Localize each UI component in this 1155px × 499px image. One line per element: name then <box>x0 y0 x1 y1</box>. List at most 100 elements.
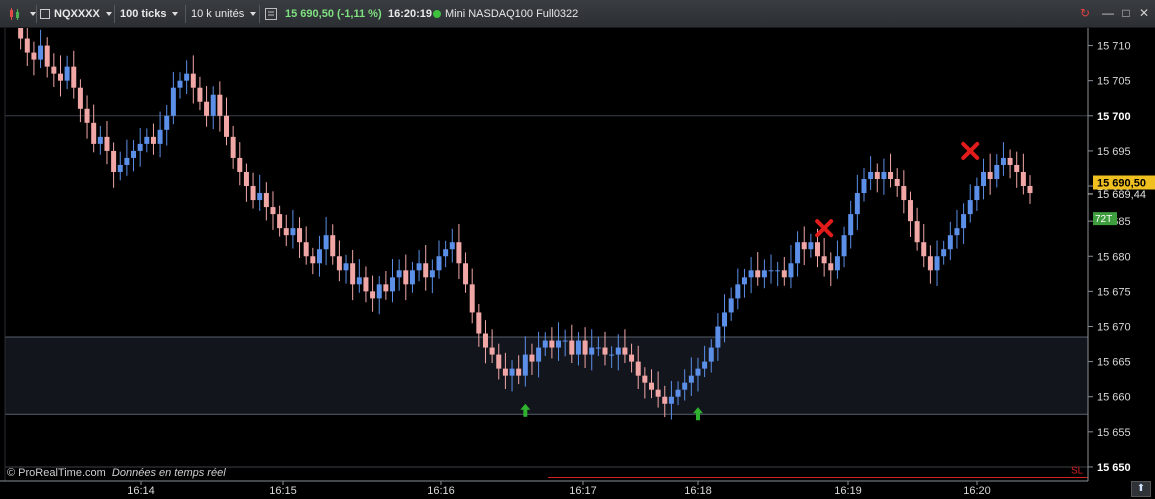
candle-body <box>682 382 688 390</box>
candle-body <box>111 150 117 172</box>
info-icon[interactable] <box>265 0 277 28</box>
candle-body <box>71 66 77 88</box>
candle-body <box>907 200 913 222</box>
chart-type-dropdown-icon[interactable] <box>24 0 36 28</box>
price-change: 15 690,50 (-1,11 %) <box>285 8 382 20</box>
candle-body <box>795 242 801 264</box>
candle-body <box>502 368 508 376</box>
candle-body <box>496 354 502 369</box>
candle-body <box>967 200 973 215</box>
candle-body <box>801 242 807 250</box>
candle-body <box>184 73 190 81</box>
candle-body <box>217 94 223 116</box>
candle-body <box>728 298 734 313</box>
candle-body <box>629 354 635 362</box>
candle-body <box>1027 186 1033 194</box>
maximize-icon[interactable]: □ <box>1119 6 1133 20</box>
candle-body <box>463 263 469 285</box>
candle-body <box>702 361 708 369</box>
clock-time: 16:20:19 <box>388 8 433 20</box>
candle-body <box>987 171 993 179</box>
price-chart[interactable]: SL 15 71015 70515 70015 69515 69015 6851… <box>0 28 1155 499</box>
time-tick-label: 16:15 <box>269 485 297 497</box>
candle-body <box>343 263 349 271</box>
support-zone <box>4 336 1089 415</box>
time-tick-label: 16:14 <box>127 485 155 497</box>
candle-body <box>376 284 382 299</box>
time-tick-label: 16:17 <box>569 485 597 497</box>
candle-body <box>1014 164 1020 172</box>
candle-body <box>204 101 210 116</box>
candle-body <box>57 73 63 81</box>
candle-body <box>914 221 920 243</box>
candle-body <box>549 340 555 348</box>
candle-body <box>64 66 70 81</box>
candle-body <box>290 228 296 236</box>
candle-body <box>868 171 874 179</box>
candle-body <box>582 340 588 355</box>
price-tick-label: 15 670 <box>1097 321 1131 333</box>
candle-body <box>170 87 176 116</box>
candle-body <box>668 396 674 404</box>
candle-body <box>97 136 103 144</box>
candle-body <box>24 38 30 53</box>
candle-body <box>31 52 37 60</box>
price-tick-label: 15 680 <box>1097 251 1131 263</box>
candle-body <box>124 157 130 165</box>
realtime-text: Données en temps réel <box>111 467 226 479</box>
chevron-down-icon <box>105 12 112 17</box>
candle-body <box>516 368 522 376</box>
candle-body <box>941 249 947 257</box>
candle-body <box>44 45 50 67</box>
footer-copyright: © ProRealTime.com Données en temps réel <box>7 467 226 479</box>
candle-body <box>303 242 309 257</box>
candle-body <box>828 263 834 271</box>
minimize-icon[interactable]: — <box>1101 6 1115 20</box>
candle-body <box>874 171 880 179</box>
refresh-icon[interactable]: ↻ <box>1078 6 1092 20</box>
candle-body <box>150 136 156 144</box>
time-tick-label: 16:18 <box>684 485 712 497</box>
candle-body <box>961 214 967 229</box>
candle-body <box>622 347 628 355</box>
interval-selector[interactable]: 100 ticks <box>120 0 179 28</box>
candle-body <box>536 347 542 362</box>
chart-type-icon[interactable] <box>8 0 22 28</box>
copyright-text: © ProRealTime.com <box>7 467 106 479</box>
candle-body <box>642 375 648 383</box>
candle-body <box>38 45 44 60</box>
candle-body <box>761 270 767 278</box>
candle-body <box>841 235 847 257</box>
time-tick-label: 16:20 <box>963 485 991 497</box>
units-selector[interactable]: 10 k unités <box>191 0 257 28</box>
close-icon[interactable]: ✕ <box>1137 6 1151 20</box>
candle-body <box>655 389 661 397</box>
symbol-selector[interactable]: NQXXXX <box>54 0 112 28</box>
candle-body <box>589 347 595 355</box>
status-dot-icon <box>433 10 441 19</box>
candle-body <box>575 340 581 355</box>
price-tick-label: 15 650 <box>1097 462 1131 474</box>
candle-body <box>443 249 449 257</box>
scroll-up-button[interactable]: ⬆ <box>1131 481 1151 497</box>
candle-body <box>336 256 342 271</box>
candle-body <box>223 115 229 137</box>
candle-body <box>974 186 980 201</box>
candle-body <box>735 284 741 299</box>
price-tick-label: 15 710 <box>1097 41 1131 53</box>
candle-body <box>243 171 249 187</box>
candle-body <box>310 256 316 264</box>
candle-body <box>396 270 402 278</box>
candle-body <box>609 354 615 356</box>
candle-body <box>648 382 654 390</box>
candle-body <box>542 340 548 348</box>
candle-body <box>768 270 774 272</box>
candle-body <box>177 80 183 88</box>
candle-body <box>144 136 150 144</box>
candle-body <box>934 256 940 271</box>
candle-body <box>370 291 376 299</box>
price-tick-label: 15 705 <box>1097 76 1131 88</box>
candle-body <box>18 28 24 39</box>
price-tick-label: 15 655 <box>1097 427 1131 439</box>
toggle-box-icon[interactable] <box>40 0 50 28</box>
